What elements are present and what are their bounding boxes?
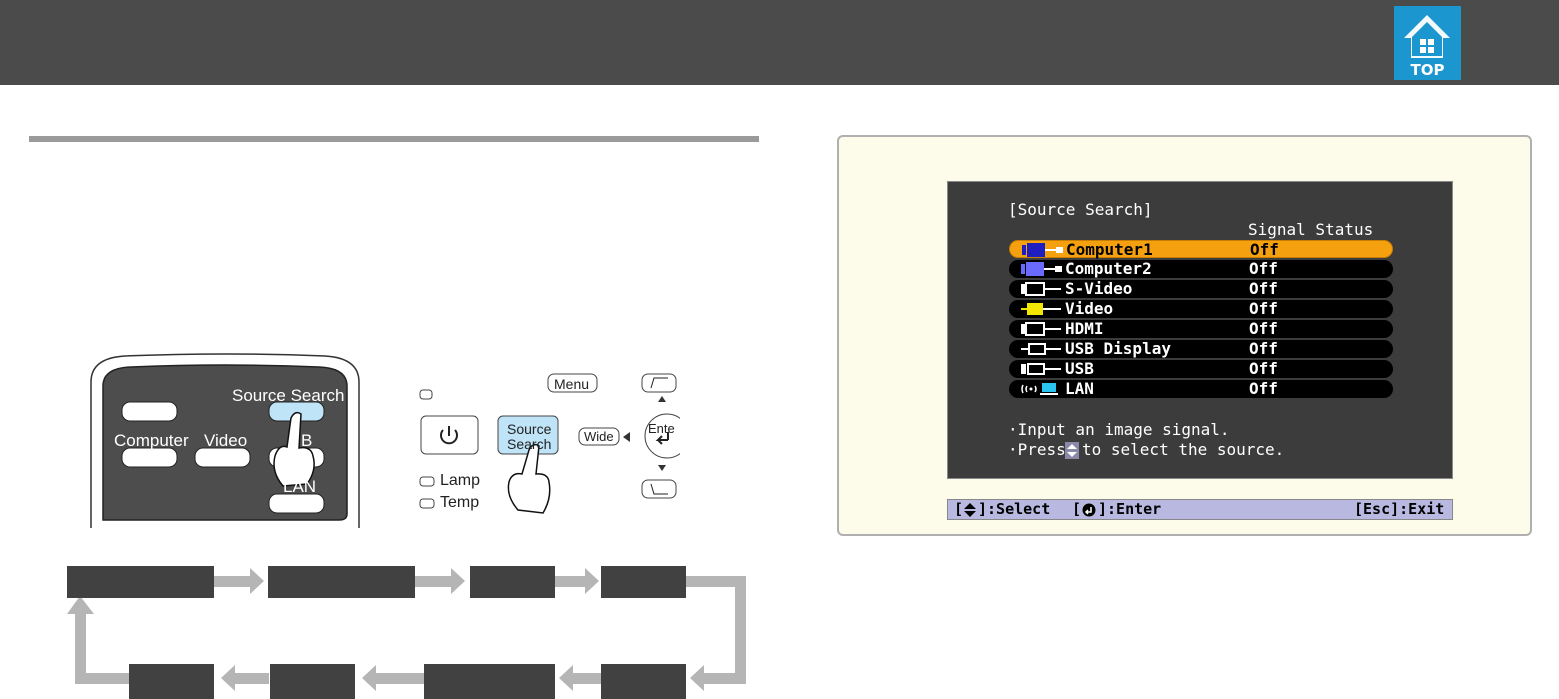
source-name: Computer2 <box>1065 259 1152 278</box>
enter-bracket-open: [ <box>1072 500 1082 518</box>
message-press-post: to select the source. <box>1082 440 1285 459</box>
wide-label: Wide <box>584 429 614 444</box>
computer-label: Computer <box>114 431 189 450</box>
flow-box <box>601 664 686 699</box>
video-icon <box>1021 303 1061 315</box>
message-press-pre: ·Press <box>1008 440 1066 459</box>
source-status: Off <box>1249 379 1278 398</box>
section-rule <box>29 136 759 142</box>
source-name: S-Video <box>1065 279 1133 298</box>
flow-box <box>129 664 214 699</box>
menu-help-bar: [ ]:Select [ ]:Enter [Esc]:Exit <box>947 499 1453 520</box>
up-down-arrows-icon <box>1065 442 1079 459</box>
enter-label: ]:Enter <box>1098 500 1162 518</box>
source-name: Video <box>1065 299 1114 318</box>
hdmi-icon <box>1021 322 1061 336</box>
source-name: USB <box>1065 359 1094 378</box>
enter-icon <box>1082 503 1096 517</box>
s-video-icon <box>1021 282 1061 296</box>
usb-label: B <box>301 431 313 450</box>
flow-box <box>424 664 555 699</box>
flow-box <box>470 566 555 598</box>
source-status: Off <box>1249 339 1278 358</box>
flow-box <box>270 664 355 699</box>
source-cycle-flow <box>0 560 780 699</box>
source-row-computer1[interactable]: Computer1 Off <box>1009 240 1393 258</box>
control-panel-illustration: Menu Source Search Wide Ente Lamp Temp <box>410 360 680 525</box>
source-row-computer2[interactable]: Computer2 Off <box>1009 260 1393 278</box>
lamp-label: Lamp <box>440 472 481 489</box>
signal-status-header: Signal Status <box>1248 220 1374 239</box>
source-label-line2: Search <box>507 436 552 452</box>
select-label: ]:Select <box>978 500 1051 518</box>
source-status: Off <box>1249 359 1278 378</box>
source-status: Off <box>1249 259 1278 278</box>
computer2-icon <box>1021 262 1062 276</box>
remote-control-illustration: Source Search Computer Video B LAN <box>85 352 365 528</box>
source-row-usb[interactable]: USB Off <box>1009 360 1393 378</box>
source-name: LAN <box>1065 379 1094 398</box>
flow-box <box>67 566 214 598</box>
page-header <box>0 0 1559 85</box>
source-status: Off <box>1250 240 1279 259</box>
source-row-usb-display[interactable]: USB Display Off <box>1009 340 1393 358</box>
flow-box <box>601 566 686 598</box>
temp-label: Temp <box>440 494 480 511</box>
source-search-label: Source Search <box>232 386 345 405</box>
source-name: HDMI <box>1065 319 1104 338</box>
message-input-signal: ·Input an image signal. <box>1008 420 1230 439</box>
source-label-line1: Source <box>507 421 552 437</box>
source-status: Off <box>1249 279 1278 298</box>
source-row-s-video[interactable]: S-Video Off <box>1009 280 1393 298</box>
lan-icon <box>1021 383 1058 395</box>
menu-label: Menu <box>554 376 590 392</box>
source-name: Computer1 <box>1066 240 1153 259</box>
usb-icon <box>1021 363 1061 375</box>
top-button[interactable]: TOP <box>1394 6 1461 80</box>
up-down-select-icon <box>964 503 976 517</box>
lan-label: LAN <box>283 477 317 496</box>
source-row-video[interactable]: Video Off <box>1009 300 1393 318</box>
source-search-menu: [Source Search] Signal Status Computer1 … <box>947 181 1453 479</box>
usb-display-icon <box>1021 343 1061 355</box>
video-label: Video <box>204 431 248 450</box>
source-row-hdmi[interactable]: HDMI Off <box>1009 320 1393 338</box>
source-status: Off <box>1249 299 1278 318</box>
menu-title: [Source Search] <box>1008 200 1153 219</box>
select-bracket-open: [ <box>954 500 964 518</box>
exit-label: [Esc]:Exit <box>1354 500 1445 518</box>
flow-box <box>268 566 415 598</box>
source-row-lan[interactable]: LAN Off <box>1009 380 1393 398</box>
top-label: TOP <box>1410 61 1445 79</box>
computer1-icon <box>1022 243 1063 257</box>
source-name: USB Display <box>1065 339 1171 358</box>
source-status: Off <box>1249 319 1278 338</box>
enter-label: Ente <box>648 421 675 436</box>
